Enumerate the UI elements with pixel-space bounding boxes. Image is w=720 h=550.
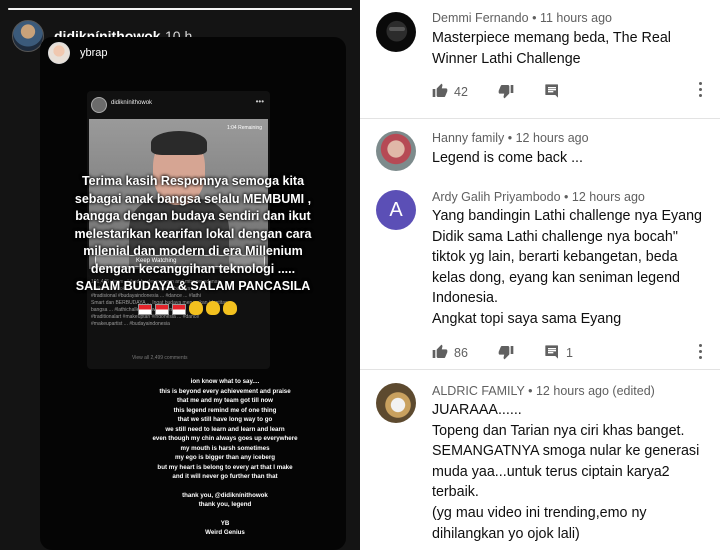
story-progress-bar [8, 8, 352, 10]
comment-line: dihilangkan yo ojok lali) [432, 525, 580, 542]
comment-line: Masterpiece memang beda, The Real [432, 30, 671, 46]
indonesia-flag-icon [138, 304, 152, 315]
raised-hand-icon [223, 301, 237, 315]
overlay-line: bangga dengan budaya sendiri dan ikut [75, 209, 311, 223]
comment-line: Didik sama Lathi challenge nya bocah" [432, 228, 678, 245]
reply-line: we still need to learn and learn and lea… [165, 425, 285, 433]
comment-time[interactable]: 12 hours ago [572, 190, 645, 204]
reply-line: thank you, legend [198, 501, 252, 508]
reply-line: even though my chin always goes up every… [152, 435, 298, 442]
reply-line: YB [220, 519, 230, 527]
indonesia-flag-icon [172, 304, 186, 315]
overlay-line: melestarikan kearifan lokal dengan cara [74, 226, 312, 241]
thumb-down-icon[interactable] [498, 344, 514, 360]
reply-count: 1 [566, 346, 573, 360]
story-panel: didiknínithowok 10 h ybrap didiknínithow… [0, 0, 360, 550]
comment-line: SEMANGATNYA smoga nular ke generasi [432, 443, 700, 460]
avatar-letter: A [389, 199, 403, 221]
comment-time[interactable]: 12 hours ago [516, 131, 589, 145]
thumb-up-icon [432, 344, 448, 358]
embedded-post-avatar [91, 97, 107, 113]
comment-avatar[interactable] [376, 12, 416, 52]
comment-line: tiktok yg lain, berarti kebangetan, beda [432, 249, 678, 266]
overlay-line: dengan kecanggihan teknologi ..... [90, 261, 296, 276]
embedded-post-username: didiknínithowok [111, 100, 153, 106]
reply-icon [545, 345, 558, 359]
comment-line: Yang bandingin Lathi challenge nya Eyang [432, 208, 703, 224]
reply-line: and it will never go further than that [172, 473, 278, 480]
reply-line: ion know what to say.... [190, 378, 260, 385]
reply-line: my ego is bigger than any iceberg [174, 454, 276, 461]
overlay-line: sebagai anak bangsa selalu MEMBUMI , [74, 191, 312, 206]
reply-line: this legend remind me of one thing [173, 406, 277, 414]
raised-hand-icon [189, 301, 203, 315]
thumb-down-icon[interactable] [498, 83, 514, 99]
comment-text: JUARAAA...... Topeng dan Tarian nya ciri… [432, 400, 699, 544]
meta-separator: • [532, 11, 537, 25]
comment-author[interactable]: Ardy Galih Priyambodo [432, 190, 561, 204]
overlay-line: SALAM BUDAYA & SALAM PANCASILA [75, 279, 311, 293]
comment-line: (yg mau video ini trending,emo ny [432, 504, 647, 521]
caption-line: #makeupartist ... #budayaindonesia [91, 321, 170, 327]
comment-meta: ALDRIC FAMILY • 12 hours ago (edited) [432, 384, 655, 398]
reply-icon [545, 84, 558, 98]
comment-text: Legend is come back ... [432, 148, 583, 169]
more-horiz-icon: ••• [255, 97, 264, 106]
shared-avatar[interactable] [48, 42, 70, 64]
story-reply-text: ion know what to say.... this is beyond … [100, 377, 346, 538]
like-count: 42 [454, 85, 468, 99]
comment-line: Angkat topi saya sama Eyang [432, 310, 622, 327]
comment-avatar[interactable] [376, 383, 416, 423]
reply-line: that we still have long way to go [177, 416, 273, 423]
comment-line: Winner Lathi Challenge [432, 50, 581, 67]
comment-line: terbaik. [432, 484, 479, 501]
overlay-line: Terima kasih Responnya semoga kita [81, 174, 305, 188]
comments-panel: Demmi Fernando • 11 hours ago Masterpiec… [360, 0, 720, 550]
raised-hand-icon [206, 301, 220, 315]
reply-line: Weird Genius [205, 529, 245, 536]
shared-username[interactable]: ybrap [80, 47, 108, 59]
story-progress-fill [8, 8, 352, 10]
like-count: 86 [454, 346, 468, 360]
comment-divider [360, 369, 720, 370]
comment-time[interactable]: 12 hours ago (edited) [536, 384, 655, 398]
comment-divider [360, 118, 720, 119]
more-vert-icon[interactable] [698, 343, 704, 361]
comment-author[interactable]: Hanny family [432, 131, 504, 145]
view-all-comments-link[interactable]: View all 2,499 comments [132, 355, 188, 361]
comment-line: muda yaa...untuk terus ciptain karya2 [432, 463, 670, 480]
comment-text: Masterpiece memang beda, The Real Winner… [432, 28, 671, 69]
more-vert-icon[interactable] [698, 81, 704, 99]
comment-meta: Hanny family • 12 hours ago [432, 131, 589, 145]
thumb-up-icon [432, 83, 448, 97]
comment-text: Yang bandingin Lathi challenge nya Eyang… [432, 206, 702, 330]
comment-meta: Demmi Fernando • 11 hours ago [432, 11, 612, 25]
meta-separator: • [564, 190, 569, 204]
comment-meta: Ardy Galih Priyambodo • 12 hours ago [432, 190, 645, 204]
story-overlay-text: Terima kasih Responnya semoga kita sebag… [58, 173, 328, 296]
comment-line: Legend is come back ... [432, 150, 583, 166]
comment-line: Topeng dan Tarian nya ciri khas banget. [432, 422, 685, 439]
reply-line: this is beyond every achievement and pra… [159, 387, 291, 395]
reply-line: my mouth is harsh sometimes [180, 444, 270, 452]
indonesia-flag-icon [155, 304, 169, 315]
overlay-line: milenial dan modern di era Millenium [83, 244, 303, 258]
meta-separator: • [528, 384, 533, 398]
comment-author[interactable]: Demmi Fernando [432, 11, 529, 25]
comment-author[interactable]: ALDRIC FAMILY [432, 384, 525, 398]
reply-line: but my heart is belong to every art that… [157, 463, 293, 471]
video-person-hair [151, 131, 207, 155]
comment-line: kelas dong, eyang kan seniman legend [432, 269, 680, 286]
emoji-row [138, 301, 237, 317]
comment-avatar[interactable] [376, 131, 416, 171]
video-remaining-time: 1:04 Remaining [226, 125, 262, 131]
comment-line: JUARAAA...... [432, 402, 522, 418]
reply-line: that me and my team got till now [177, 397, 273, 404]
reply-line: thank you, @didiknínithowok [182, 491, 268, 499]
comment-time[interactable]: 11 hours ago [540, 11, 612, 25]
comment-line: Indonesia. [432, 290, 498, 307]
meta-separator: • [507, 131, 513, 145]
comment-avatar[interactable]: A [376, 190, 416, 230]
